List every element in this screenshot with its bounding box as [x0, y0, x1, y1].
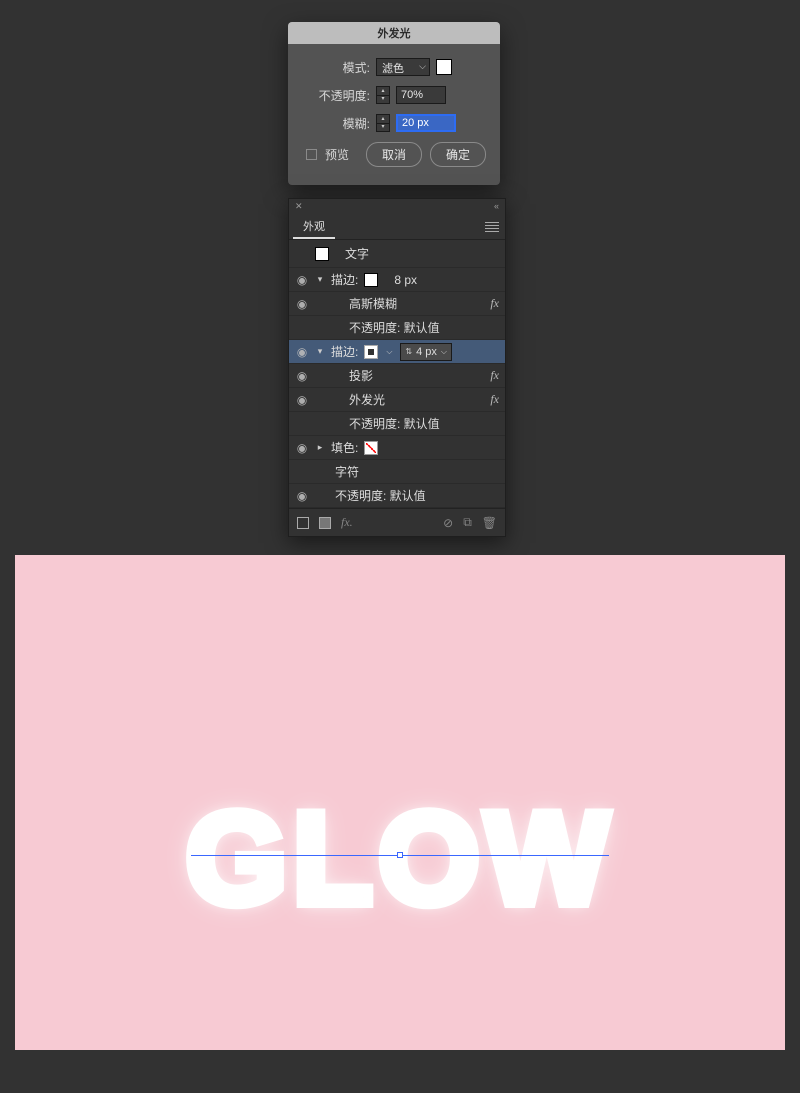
blur-row: 模糊: ▴▾	[302, 114, 486, 132]
fx-icon[interactable]: fx	[490, 368, 499, 383]
opacity-row: 不透明度: ▴▾	[302, 86, 486, 104]
fill-swatch[interactable]	[364, 441, 378, 455]
opacity-label: 不透明度:	[302, 87, 370, 104]
chevron-down-icon[interactable]: ▾	[315, 346, 325, 357]
outer-glow-dialog: 外发光 模式: 滤色 ⌵ 不透明度: ▴▾ 模糊: ▴▾ 预览 取消 确定	[288, 22, 500, 185]
opacity-row[interactable]: ◉ 不透明度: 默认值	[289, 484, 505, 508]
stroke-swatch[interactable]	[364, 273, 378, 287]
stroke-label: 描边:	[331, 271, 358, 288]
cancel-button[interactable]: 取消	[366, 142, 422, 167]
effect-row[interactable]: ◉ 高斯模糊 fx	[289, 292, 505, 316]
appearance-panel: ✕ « 外观 ◉ 文字 ◉ ▾ 描边: 8 px ◉ 高斯模糊 fx ◉	[288, 198, 506, 537]
stroke-value: 8 px	[394, 273, 417, 287]
collapse-icon[interactable]: «	[494, 201, 499, 212]
effect-label: 外发光	[349, 391, 385, 408]
glow-text[interactable]: GLOW	[186, 793, 614, 923]
effect-row[interactable]: ◉ 投影 fx	[289, 364, 505, 388]
chevron-up-icon: ▴	[377, 87, 389, 96]
eye-icon[interactable]: ◉	[295, 489, 309, 503]
duplicate-icon[interactable]: ⧉	[463, 515, 472, 530]
preview-checkbox[interactable]	[306, 149, 317, 160]
opacity-row[interactable]: ◉ 不透明度: 默认值	[289, 316, 505, 340]
preview-label: 预览	[325, 146, 349, 163]
new-stroke-icon[interactable]	[297, 517, 309, 529]
chevron-down-icon: ▾	[377, 124, 389, 132]
character-label: 字符	[335, 463, 359, 480]
opacity-label: 不透明度: 默认值	[335, 487, 426, 504]
type-label: 文字	[345, 245, 369, 262]
eye-icon[interactable]: ◉	[295, 273, 309, 287]
eye-icon[interactable]: ◉	[295, 441, 309, 455]
opacity-label: 不透明度: 默认值	[349, 415, 440, 432]
chevron-right-icon[interactable]: ▸	[315, 442, 325, 453]
stepper-icon[interactable]: ⇅	[405, 347, 412, 356]
mode-select[interactable]: 滤色	[376, 58, 430, 76]
chevron-down-icon[interactable]: ▾	[315, 274, 325, 285]
opacity-row[interactable]: ◉ 不透明度: 默认值	[289, 412, 505, 436]
fx-icon[interactable]: fx	[490, 392, 499, 407]
stroke-row[interactable]: ◉ ▾ 描边: 8 px	[289, 268, 505, 292]
close-icon[interactable]: ✕	[295, 201, 303, 212]
opacity-label: 不透明度: 默认值	[349, 319, 440, 336]
effect-label: 投影	[349, 367, 373, 384]
fill-row[interactable]: ◉ ▸ 填色:	[289, 436, 505, 460]
new-fill-icon[interactable]	[319, 517, 331, 529]
appearance-list: ◉ 文字 ◉ ▾ 描边: 8 px ◉ 高斯模糊 fx ◉ 不透明度: 默认值 …	[289, 240, 505, 508]
dialog-body: 模式: 滤色 ⌵ 不透明度: ▴▾ 模糊: ▴▾ 预览 取消 确定	[288, 44, 500, 185]
eye-icon[interactable]: ◉	[295, 369, 309, 383]
trash-icon[interactable]: 🗑	[482, 516, 497, 530]
clear-icon[interactable]: ⊘	[443, 516, 453, 530]
opacity-stepper[interactable]: ▴▾	[376, 86, 390, 104]
blur-label: 模糊:	[302, 115, 370, 132]
fill-label: 填色:	[331, 439, 358, 456]
mode-color-swatch[interactable]	[436, 59, 452, 75]
panel-top: ✕ «	[289, 199, 505, 214]
mode-row: 模式: 滤色 ⌵	[302, 58, 486, 76]
mode-label: 模式:	[302, 59, 370, 76]
eye-icon[interactable]: ◉	[295, 297, 309, 311]
stroke-value: 4 px	[416, 346, 437, 358]
chevron-down-icon: ▾	[377, 96, 389, 104]
character-row[interactable]: ◉ 字符	[289, 460, 505, 484]
blur-stepper[interactable]: ▴▾	[376, 114, 390, 132]
eye-icon[interactable]: ◉	[295, 345, 309, 359]
eye-icon[interactable]: ◉	[295, 393, 309, 407]
canvas-preview[interactable]: GLOW	[15, 555, 785, 1050]
chevron-down-icon[interactable]: ⌵	[386, 347, 392, 357]
dialog-footer: 预览 取消 确定	[302, 142, 486, 167]
fx-icon[interactable]: fx	[490, 296, 499, 311]
type-row: ◉ 文字	[289, 240, 505, 268]
ok-button[interactable]: 确定	[430, 142, 486, 167]
stroke-row[interactable]: ◉ ▾ 描边: ⌵ ⇅ 4 px ⌵	[289, 340, 505, 364]
blur-input[interactable]	[396, 114, 456, 132]
appearance-tab[interactable]: 外观	[293, 214, 335, 239]
panel-menu-icon[interactable]	[485, 220, 499, 237]
opacity-input[interactable]	[396, 86, 446, 104]
baseline-handle[interactable]	[397, 852, 403, 858]
stroke-width-field[interactable]: ⇅ 4 px ⌵	[400, 343, 452, 361]
dialog-title: 外发光	[288, 22, 500, 44]
effect-row[interactable]: ◉ 外发光 fx	[289, 388, 505, 412]
stroke-swatch[interactable]	[364, 345, 378, 359]
type-swatch	[315, 247, 329, 261]
chevron-up-icon: ▴	[377, 115, 389, 124]
stroke-label: 描边:	[331, 343, 358, 360]
panel-footer: fx. ⊘ ⧉ 🗑	[289, 508, 505, 536]
fx-menu-icon[interactable]: fx.	[341, 515, 353, 530]
effect-label: 高斯模糊	[349, 295, 397, 312]
chevron-down-icon[interactable]: ⌵	[441, 347, 447, 357]
